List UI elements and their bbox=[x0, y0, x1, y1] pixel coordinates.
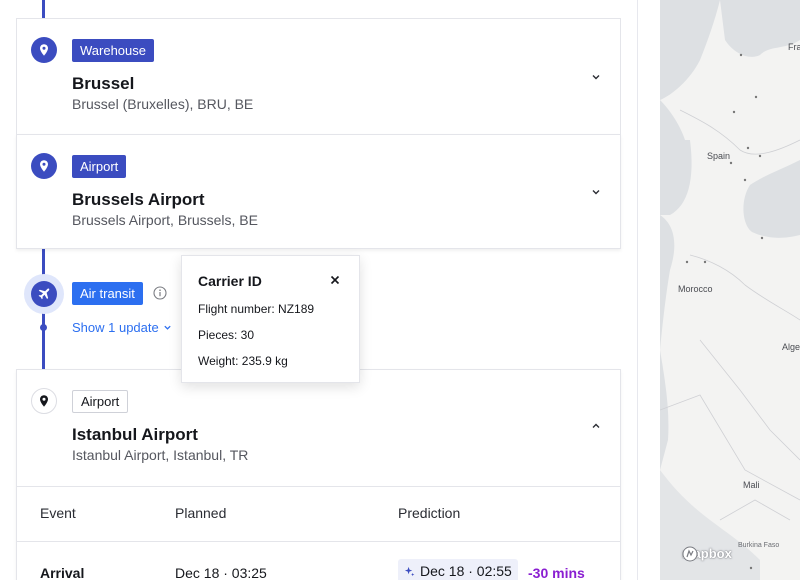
map-label-france: Fra bbox=[788, 42, 800, 52]
stop-type-badge: Airport bbox=[72, 390, 129, 413]
air-transit-badge: Air transit bbox=[72, 282, 143, 305]
chevron-down-icon bbox=[164, 325, 171, 330]
table-divider bbox=[17, 541, 620, 542]
sparkle-icon bbox=[404, 566, 415, 577]
popover-title: Carrier ID bbox=[198, 273, 262, 289]
chevron-up-icon[interactable] bbox=[590, 420, 602, 432]
stop-subtitle: Brussel (Bruxelles), BRU, BE bbox=[72, 96, 254, 112]
map-label-burkina: Burkina Faso bbox=[738, 542, 780, 549]
stop-subtitle: Brussels Airport, Brussels, BE bbox=[72, 212, 258, 228]
mapbox-icon bbox=[682, 546, 698, 562]
chevron-down-icon[interactable] bbox=[590, 71, 602, 83]
location-pin-icon bbox=[31, 388, 57, 414]
chevron-down-icon[interactable] bbox=[590, 186, 602, 198]
table-divider bbox=[17, 486, 620, 487]
location-pin-icon bbox=[31, 153, 57, 179]
show-updates-label: Show 1 update bbox=[72, 320, 159, 335]
show-updates-link[interactable]: Show 1 update bbox=[72, 320, 172, 335]
map-label-mali: Mali bbox=[743, 480, 760, 490]
map-label-spain: Spain bbox=[707, 151, 731, 161]
carrier-popover: Carrier ID Flight number: NZ189 Pieces: … bbox=[181, 255, 360, 383]
stop-subtitle: Istanbul Airport, Istanbul, TR bbox=[72, 447, 249, 463]
location-pin-icon bbox=[31, 37, 57, 63]
shipment-timeline-pane: Warehouse Brussel Brussel (Bruxelles), B… bbox=[0, 0, 638, 580]
column-header-event: Event bbox=[40, 505, 76, 521]
map-label-algeria: Alge bbox=[782, 342, 800, 352]
transit-marker bbox=[24, 274, 64, 314]
prediction-delta: -30 mins bbox=[528, 565, 585, 580]
route-map[interactable]: Fra Spain Morocco Alge Mali Burkina Faso… bbox=[660, 0, 800, 580]
planned-cell: Dec 18 · 03:25 bbox=[175, 565, 267, 580]
pane-gutter bbox=[639, 0, 660, 580]
stop-type-badge: Airport bbox=[72, 155, 127, 178]
plane-icon bbox=[31, 281, 57, 307]
column-header-planned: Planned bbox=[175, 505, 227, 521]
stop-title: Istanbul Airport bbox=[72, 425, 198, 444]
weight-value: Weight: 235.9 kg bbox=[198, 354, 288, 368]
prediction-badge: Dec 18 · 02:55 bbox=[398, 559, 518, 580]
map-label-morocco: Morocco bbox=[678, 284, 713, 294]
pieces-count: Pieces: 30 bbox=[198, 328, 255, 342]
prediction-cell: Dec 18 · 02:55 bbox=[420, 563, 512, 579]
stop-title: Brussel bbox=[72, 74, 135, 93]
info-icon[interactable] bbox=[153, 286, 167, 300]
close-icon[interactable] bbox=[329, 274, 341, 286]
mapbox-logo[interactable]: mapbox bbox=[682, 546, 732, 562]
event-cell: Arrival bbox=[40, 565, 85, 580]
timeline-update-dot bbox=[40, 324, 47, 331]
stop-type-badge: Warehouse bbox=[72, 39, 154, 62]
column-header-prediction: Prediction bbox=[398, 505, 461, 521]
flight-number: Flight number: NZ189 bbox=[198, 302, 315, 316]
stop-title: Brussels Airport bbox=[72, 190, 205, 209]
